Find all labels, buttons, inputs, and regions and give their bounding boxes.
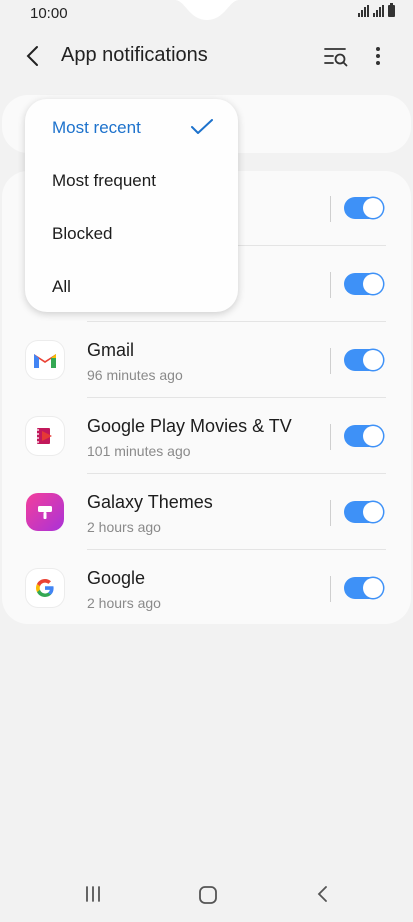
app-name: Gmail <box>87 340 135 360</box>
home-icon[interactable] <box>197 884 219 906</box>
play-movies-icon <box>26 417 64 455</box>
google-icon <box>26 569 64 607</box>
app-row-google[interactable]: Google 2 hours ago <box>2 551 411 626</box>
back-arrow-icon[interactable] <box>22 42 46 70</box>
divider <box>330 424 331 450</box>
gmail-notification-toggle[interactable] <box>344 349 384 371</box>
more-options-icon[interactable] <box>366 42 390 70</box>
search-list-icon[interactable] <box>322 42 350 70</box>
row-divider <box>87 397 386 398</box>
filter-option-all[interactable]: All <box>52 277 71 297</box>
divider <box>330 500 331 526</box>
sort-filter-dropdown: Most recent Most frequent Blocked All <box>25 99 238 312</box>
app-last-notified: 2 hours ago <box>87 519 161 535</box>
app-row-gmail[interactable]: Gmail 96 minutes ago <box>2 323 411 398</box>
status-icons <box>358 3 395 17</box>
app-row-galaxy-themes[interactable]: Galaxy Themes 2 hours ago <box>2 475 411 550</box>
app-last-notified: 101 minutes ago <box>87 443 191 459</box>
app-row-play-movies[interactable]: Google Play Movies & TV 101 minutes ago <box>2 399 411 474</box>
divider <box>330 576 331 602</box>
cell-signal-icon <box>373 5 384 17</box>
recent-apps-icon[interactable] <box>83 884 103 904</box>
app-name: Google <box>87 568 146 588</box>
google-notification-toggle[interactable] <box>344 577 384 599</box>
checkmark-icon <box>191 119 213 134</box>
filter-option-most-frequent[interactable]: Most frequent <box>52 171 156 191</box>
row-divider <box>87 473 386 474</box>
divider <box>330 196 331 222</box>
filter-option-most-recent[interactable]: Most recent <box>52 118 141 138</box>
back-nav-icon[interactable] <box>314 884 332 904</box>
navigation-bar <box>0 870 413 922</box>
app-name: Galaxy Themes <box>87 492 213 512</box>
status-bar: 10:00 <box>0 0 413 28</box>
row-divider <box>87 321 386 322</box>
wifi-signal-icon <box>358 5 369 17</box>
galaxy-themes-icon <box>26 493 64 531</box>
galaxy-themes-notification-toggle[interactable] <box>344 501 384 523</box>
divider <box>330 348 331 374</box>
app-last-notified: 96 minutes ago <box>87 367 183 383</box>
status-time: 10:00 <box>30 5 68 22</box>
filter-option-blocked[interactable]: Blocked <box>52 224 112 244</box>
camera-notch <box>175 0 239 20</box>
gmail-icon <box>26 341 64 379</box>
app-last-notified: 2 hours ago <box>87 595 161 611</box>
battery-icon <box>388 3 395 17</box>
app-bar: App notifications <box>0 28 413 84</box>
play-movies-notification-toggle[interactable] <box>344 425 384 447</box>
app-notification-toggle[interactable] <box>344 197 384 219</box>
page-title: App notifications <box>61 44 208 66</box>
app-notification-toggle[interactable] <box>344 273 384 295</box>
app-name: Google Play Movies & TV <box>87 416 292 436</box>
row-divider <box>87 549 386 550</box>
divider <box>330 272 331 298</box>
